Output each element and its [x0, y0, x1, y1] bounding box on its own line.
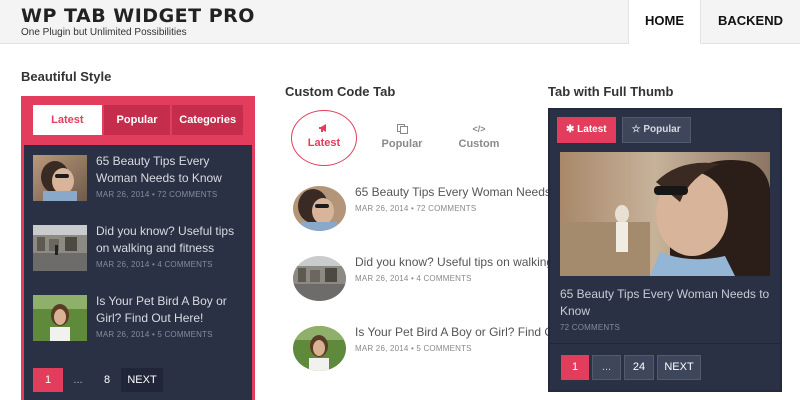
next-page-button[interactable]: NEXT [657, 355, 701, 380]
widget1-post-list: 65 Beauty Tips Every Woman Needs to Know… [24, 145, 252, 363]
page-ellipsis: ... [592, 355, 621, 380]
widget2-heading: Custom Code Tab [285, 84, 396, 99]
page-1-button[interactable]: 1 [33, 368, 63, 392]
tab-categories[interactable]: Categories [172, 105, 243, 135]
post-title[interactable]: Is Your Pet Bird A Boy or Girl? Find Out… [96, 293, 240, 327]
post-thumbnail[interactable] [33, 295, 87, 341]
main-nav: HOME BACKEND [628, 0, 800, 44]
list-item: Did you know? Useful tips on walking and… [33, 223, 240, 293]
site-header: WP TAB WIDGET PRO One Plugin but Unlimit… [0, 0, 800, 44]
tab-latest[interactable]: Latest [291, 110, 357, 166]
widget1-heading: Beautiful Style [21, 69, 112, 84]
post-title[interactable]: 65 Beauty Tips Every Woman Needs to Know [560, 286, 770, 320]
post-meta: MAR 26, 2014 • 4 COMMENTS [96, 260, 213, 269]
post-thumbnail[interactable] [293, 186, 346, 231]
copy-icon [378, 124, 426, 134]
tab-latest[interactable]: Latest [33, 105, 102, 135]
post-thumbnail[interactable] [33, 155, 87, 201]
post-title[interactable]: Did you know? Useful tips on walking and… [96, 223, 240, 257]
site-tagline: One Plugin but Unlimited Possibilities [21, 27, 187, 38]
post-thumbnail[interactable] [33, 225, 87, 271]
widget3-panel: ✱ Latest ☆ Popular 65 Beauty Tips Every … [548, 108, 782, 392]
widget3-tabs: ✱ Latest ☆ Popular [557, 117, 691, 143]
post-title[interactable]: Is Your Pet Bird A Boy or Girl? Find Out… [355, 324, 574, 341]
page-1-button[interactable]: 1 [561, 355, 589, 380]
tab-label: Popular [643, 124, 681, 135]
widget3-heading: Tab with Full Thumb [548, 84, 674, 99]
code-icon: </> [472, 124, 486, 134]
tab-label: Latest [307, 137, 341, 149]
post-meta: MAR 26, 2014 • 72 COMMENTS [96, 190, 218, 199]
post-thumbnail[interactable] [293, 326, 346, 371]
tab-label: Custom [458, 138, 500, 150]
page-ellipsis: ... [73, 374, 83, 386]
widget1-tabs: Latest Popular Categories [24, 99, 252, 145]
tab-label: Latest [577, 124, 607, 135]
widget1-panel: Latest Popular Categories 65 Beauty Tips… [21, 96, 255, 400]
nav-item-backend[interactable]: BACKEND [700, 0, 800, 44]
star-icon: ☆ [631, 124, 641, 135]
page-24-button[interactable]: 24 [624, 355, 654, 380]
tab-custom[interactable]: </> Custom [456, 124, 502, 150]
tab-popular[interactable]: Popular [378, 124, 426, 150]
tab-latest[interactable]: ✱ Latest [557, 117, 616, 143]
list-item: Is Your Pet Bird A Boy or Girl? Find Out… [293, 324, 574, 371]
megaphone-icon [292, 124, 356, 132]
tab-label: Popular [381, 138, 423, 150]
featured-thumbnail[interactable] [560, 152, 770, 276]
post-meta: MAR 26, 2014 • 5 COMMENTS [355, 344, 472, 353]
widget1-pagination: 1 ... 8 NEXT [33, 368, 163, 392]
tab-popular[interactable]: Popular [103, 105, 171, 135]
post-thumbnail[interactable] [293, 256, 346, 301]
post-meta: MAR 26, 2014 • 5 COMMENTS [96, 330, 213, 339]
brand[interactable]: WP TAB WIDGET PRO One Plugin but Unlimit… [21, 5, 255, 38]
list-item: 65 Beauty Tips Every Woman Needs to Know… [33, 153, 240, 223]
post-meta: 72 COMMENTS [560, 323, 620, 332]
nav-item-home[interactable]: HOME [628, 0, 700, 44]
post-title[interactable]: 65 Beauty Tips Every Woman Needs to Know [96, 153, 240, 187]
next-page-button[interactable]: NEXT [121, 368, 163, 392]
gear-icon: ✱ [566, 124, 575, 135]
page-8-button[interactable]: 8 [93, 368, 121, 392]
site-title[interactable]: WP TAB WIDGET PRO [21, 5, 255, 27]
tab-popular[interactable]: ☆ Popular [621, 117, 691, 143]
widget3-pagination: 1 ... 24 NEXT [561, 355, 701, 380]
list-item: Is Your Pet Bird A Boy or Girl? Find Out… [33, 293, 240, 363]
divider [550, 343, 780, 344]
